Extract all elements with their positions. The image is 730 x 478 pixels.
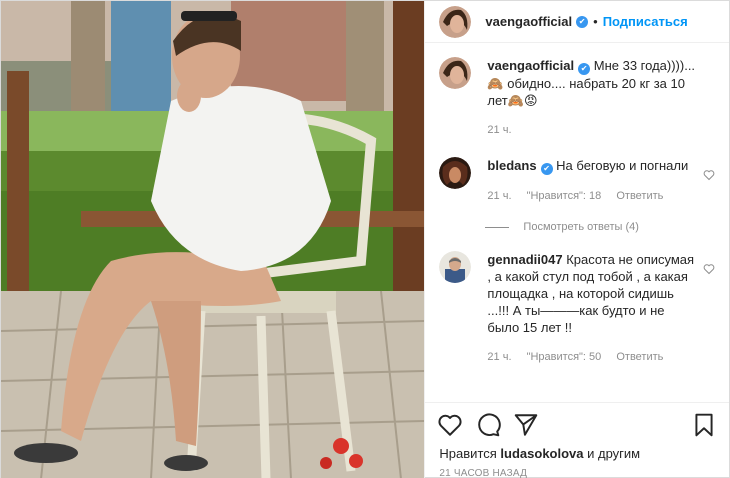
- heart-icon[interactable]: [703, 263, 715, 275]
- comment-username[interactable]: gennadii047: [487, 252, 562, 267]
- replies-divider: [485, 226, 510, 228]
- likes-suffix[interactable]: и другим: [587, 446, 640, 461]
- comment-text: На беговую и погнали: [556, 158, 689, 173]
- verified-badge-icon: ✔: [578, 63, 591, 75]
- comment-likes[interactable]: "Нравится": 18: [527, 190, 602, 202]
- comment-item: gennadii047 Красота не описумая , а како…: [439, 251, 715, 366]
- caption-meta: 21 ч.: [487, 122, 697, 139]
- post-timestamp[interactable]: 21 часов назад: [425, 462, 729, 478]
- author-username[interactable]: vaengaofficial: [485, 14, 572, 29]
- author-avatar[interactable]: [439, 5, 472, 38]
- comment-body: gennadii047 Красота не описумая , а како…: [487, 251, 697, 366]
- comment-time[interactable]: 21 ч.: [487, 190, 511, 202]
- likes-username[interactable]: ludasokolova: [500, 446, 583, 461]
- comment-item: bledans ✔ На беговую и погнали 21 ч. "Нра…: [439, 157, 715, 205]
- caption-time[interactable]: 21 ч.: [487, 124, 511, 136]
- commenter-avatar[interactable]: [439, 251, 472, 283]
- comment-icon[interactable]: [475, 412, 502, 438]
- paper-plane-icon[interactable]: [513, 412, 539, 438]
- post-header: vaengaofficial ✔ • Подписаться: [425, 1, 729, 43]
- comments-list[interactable]: vaengaofficial ✔ Мне 33 года))))...🙈 обид…: [425, 43, 729, 402]
- caption-avatar[interactable]: [439, 57, 472, 89]
- bookmark-icon[interactable]: [691, 412, 717, 438]
- caption-body: vaengaofficial ✔ Мне 33 года))))...🙈 обид…: [487, 57, 697, 139]
- follow-button[interactable]: Подписаться: [603, 14, 688, 29]
- comment-body: bledans ✔ На беговую и погнали 21 ч. "Нра…: [487, 157, 697, 205]
- comment-time[interactable]: 21 ч.: [487, 351, 511, 363]
- post-sidebar: vaengaofficial ✔ • Подписаться vaengaoff…: [424, 1, 729, 478]
- verified-badge-icon: ✔: [540, 163, 553, 175]
- view-replies-button[interactable]: Посмотреть ответы (4): [485, 221, 715, 233]
- verified-badge-icon: ✔: [576, 15, 589, 28]
- caption-comment: vaengaofficial ✔ Мне 33 года))))...🙈 обид…: [439, 57, 715, 139]
- caption-username[interactable]: vaengaofficial: [487, 58, 574, 73]
- commenter-avatar[interactable]: [439, 157, 472, 189]
- post-photo[interactable]: [1, 1, 425, 478]
- view-replies-label: Посмотреть ответы (4): [523, 221, 639, 233]
- likes-prefix: Нравится: [439, 446, 497, 461]
- reply-button[interactable]: Ответить: [616, 351, 663, 363]
- heart-icon[interactable]: [703, 169, 715, 181]
- comment-meta: 21 ч. "Нравится": 50 Ответить: [487, 349, 697, 366]
- likes-summary: Нравится ludasokolova и другим: [425, 446, 729, 462]
- reply-button[interactable]: Ответить: [616, 190, 663, 202]
- action-bar: [425, 402, 729, 446]
- instagram-post: vaengaofficial ✔ • Подписаться vaengaoff…: [0, 0, 730, 478]
- comment-likes[interactable]: "Нравится": 50: [527, 351, 602, 363]
- comment-username[interactable]: bledans: [487, 158, 536, 173]
- separator-dot: •: [593, 14, 598, 29]
- comment-meta: 21 ч. "Нравится": 18 Ответить: [487, 188, 697, 205]
- heart-icon[interactable]: [437, 412, 463, 438]
- photo-image: [1, 1, 425, 478]
